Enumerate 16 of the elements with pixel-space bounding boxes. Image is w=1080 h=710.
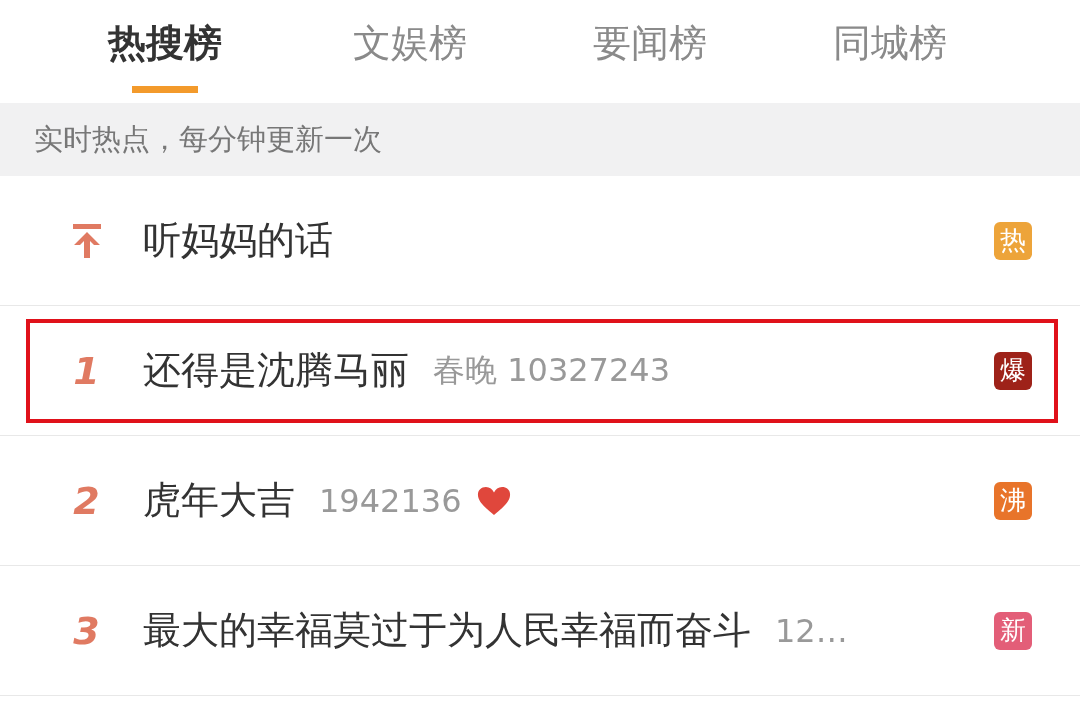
topic-title[interactable]: 还得是沈腾马丽 [143,345,409,396]
rank-number: 2 [73,478,100,523]
rank-number: 3 [73,608,100,653]
notice-text: 实时热点，每分钟更新一次 [34,120,382,158]
topic-meta: 春晚 10327243 [433,349,671,391]
topic-meta: 1942136 [319,481,462,520]
topic-title[interactable]: 最大的幸福莫过于为人民幸福而奋斗 [143,605,751,656]
hot-badge: 新 [994,611,1032,650]
topic-title[interactable]: 听妈妈的话 [143,215,333,266]
topic-meta: 12… [775,611,848,650]
topic-title[interactable]: 虎年大吉 [143,475,295,526]
rank-number: 1 [73,348,100,393]
hot-badge: 沸 [994,481,1032,520]
pin-top-icon [71,223,102,258]
hot-badge: 热 [994,221,1032,260]
hot-badge: 爆 [994,351,1032,390]
